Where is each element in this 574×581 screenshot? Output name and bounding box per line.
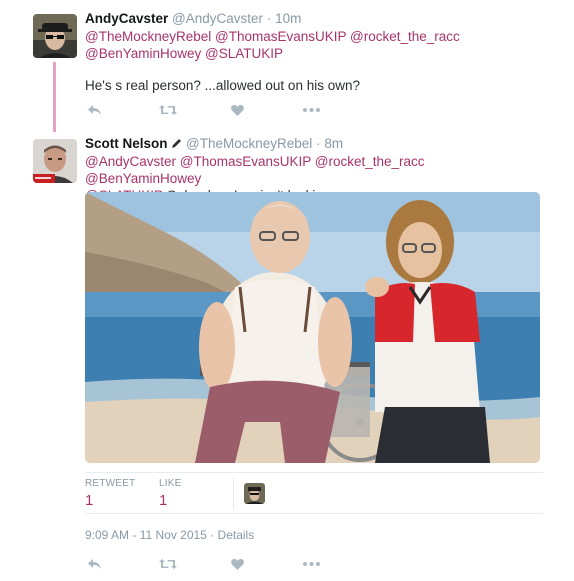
tweet-header: Scott Nelson @TheMockneyRebel · 8m [85,135,544,153]
mentions-line-2[interactable]: @BenYaminHowey @SLATUKIP [85,45,544,62]
like-icon [231,558,244,570]
retweet-icon [159,559,177,569]
separator-dot: · [266,11,272,26]
avatar[interactable] [33,14,77,58]
thread-connector-line [53,62,56,132]
fullname[interactable]: Scott Nelson [85,136,168,151]
retweet-icon [159,105,177,115]
like-stat-label: LIKE [159,478,182,489]
tweet-message: He's s real person? ...allowed out on hi… [85,78,360,93]
retweet-button[interactable] [159,556,231,572]
meta-separator: · [210,528,215,542]
tweet-timestamp[interactable]: 9:09 AM - 11 Nov 2015 [85,528,207,542]
mentions-line-1[interactable]: @TheMockneyRebel @ThomasEvansUKIP @rocke… [85,28,544,45]
tweet-time[interactable]: 10m [275,11,301,26]
retweet-stat-label: RETWEET [85,478,136,489]
handle[interactable]: @TheMockneyRebel [186,136,312,151]
like-count: 1 [159,492,168,509]
avatar[interactable] [33,139,77,183]
fullname[interactable]: AndyCavster [85,11,168,26]
like-button[interactable] [231,556,303,572]
retweet-count: 1 [85,492,94,509]
separator-dot: · [316,136,321,151]
retweet-stat[interactable]: RETWEET 1 [85,478,135,509]
tweet-stats: RETWEET 1 LIKE 1 [85,472,543,514]
reply-button[interactable] [87,556,159,572]
more-icon [303,108,320,112]
stats-divider [233,478,234,510]
reply-icon [88,105,101,115]
liker-avatar[interactable] [244,483,265,504]
like-icon [231,104,244,116]
tweet-meta: 9:09 AM - 11 Nov 2015 · Details [85,528,254,542]
tweet-header: AndyCavster @AndyCavster · 10m [85,10,544,28]
tweet-time[interactable]: 8m [324,136,343,151]
tweet-actions [87,102,375,118]
retweet-button[interactable] [159,102,231,118]
pen-icon [172,139,182,148]
details-link[interactable]: Details [218,528,255,542]
mentions-line-1[interactable]: @AndyCavster @ThomasEvansUKIP @rocket_th… [85,153,544,187]
more-icon [303,562,320,566]
handle[interactable]: @AndyCavster [172,11,263,26]
more-button[interactable] [303,556,375,572]
more-button[interactable] [303,102,375,118]
tweet-photo[interactable] [85,192,540,463]
tweet-actions [87,556,375,572]
tweet-body: AndyCavster @AndyCavster · 10m @TheMockn… [85,10,544,94]
reply-button[interactable] [87,102,159,118]
tweet-text: @TheMockneyRebel @ThomasEvansUKIP @rocke… [85,28,544,94]
reply-icon [88,559,101,569]
like-stat[interactable]: LIKE 1 [159,478,181,509]
like-button[interactable] [231,102,303,118]
